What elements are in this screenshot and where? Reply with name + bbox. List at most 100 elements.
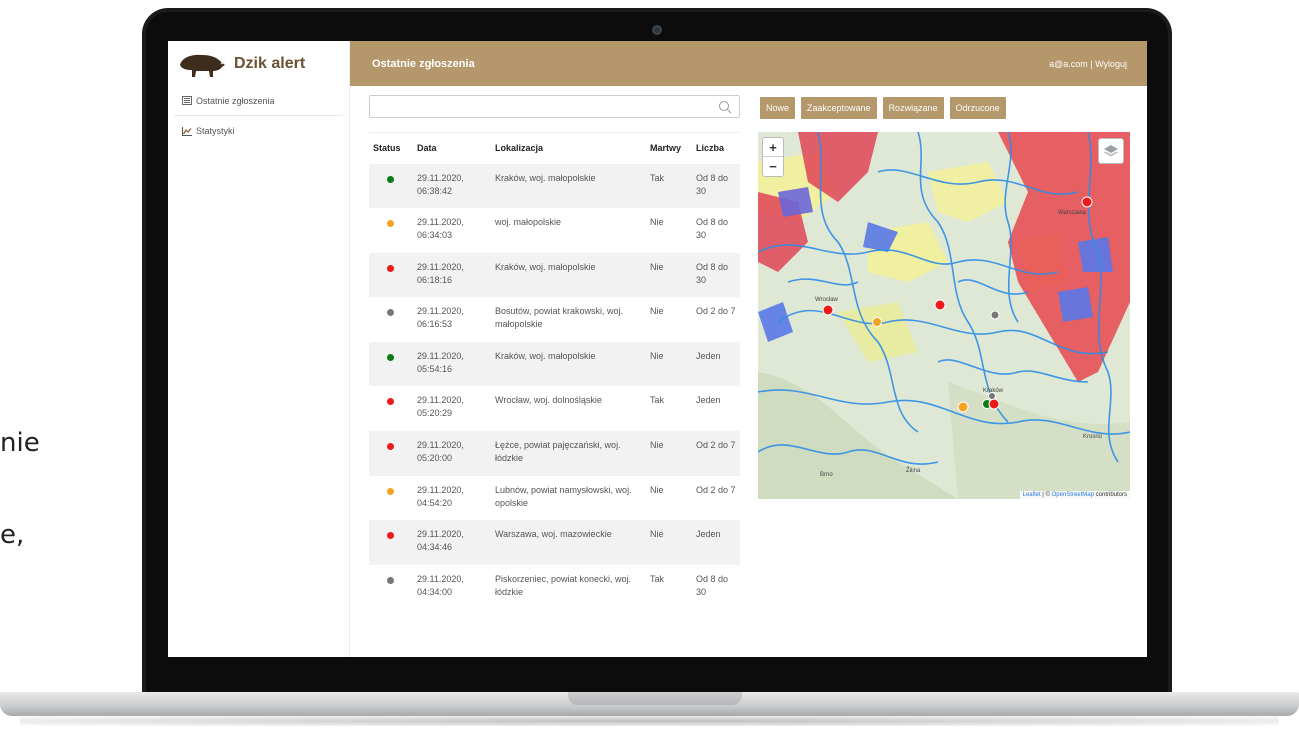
date-cell: 29.11.2020, 05:54:16	[413, 342, 491, 387]
table-row[interactable]: 29.11.2020, 04:54:20 Lubnów, powiat namysł…	[369, 476, 740, 521]
dead-cell: Tak	[650, 172, 665, 183]
sidebar-item-label: Ostatnie zgłoszenia	[196, 95, 275, 106]
table-row[interactable]: 29.11.2020, 06:16:53 Bosutów, powiat krako…	[369, 297, 740, 342]
time-text: 06:38:42	[417, 185, 453, 196]
app-logo[interactable]: Dzik alert	[168, 41, 349, 86]
status-dot-icon	[387, 443, 394, 451]
table-row[interactable]: 29.11.2020, 05:54:16 Kraków, woj. małopols…	[369, 341, 740, 387]
date-cell: 29.11.2020, 04:54:20	[413, 476, 491, 521]
location-cell: Łężce, powiat pajęczański, woj. łódzkie	[495, 440, 621, 464]
filter-odrzucone-button[interactable]: Odrzucone	[949, 97, 1006, 119]
location-cell: Bosutów, powiat krakowski, woj. małopols…	[495, 306, 624, 330]
map-label-brno: Brno	[820, 472, 833, 478]
status-dot-icon	[387, 175, 394, 183]
openstreetmap-link[interactable]: OpenStreetMap	[1052, 492, 1094, 498]
date-cell: 29.11.2020, 06:38:42	[413, 164, 491, 209]
time-text: 05:20:29	[417, 408, 453, 419]
date-text: 29.11.2020,	[417, 440, 464, 451]
status-dot-icon	[387, 398, 394, 406]
app-screen: Dzik alert Ostatnie zgłoszenia Statystyk…	[168, 41, 1147, 657]
header-status[interactable]: Status	[369, 132, 413, 164]
table-row[interactable]: 29.11.2020, 05:20:29 Wrocław, woj. dolnośl…	[369, 386, 740, 431]
map-label-wroclaw: Wrocław	[815, 297, 838, 303]
user-logout-link[interactable]: a@a.com | Wyloguj	[1049, 59, 1127, 69]
search-input[interactable]	[370, 96, 739, 117]
layers-button[interactable]	[1098, 138, 1124, 164]
count-cell: Od 8 do 30	[696, 573, 729, 597]
filter-rozwiazane-button[interactable]: Rozwiązane	[882, 97, 944, 119]
sidebar-item-label: Statystyki	[196, 126, 235, 136]
count-cell: Od 2 do 7	[696, 440, 736, 451]
status-cell	[369, 431, 413, 476]
dead-cell: Nie	[650, 350, 664, 361]
filter-nowe-button[interactable]: Nowe	[760, 97, 796, 119]
date-text: 29.11.2020,	[417, 172, 464, 183]
sidebar-item-ostatnie-zgloszenia[interactable]: Ostatnie zgłoszenia	[174, 86, 343, 116]
count-cell: Jeden	[696, 350, 721, 361]
attribution-separator: | ©	[1040, 492, 1052, 498]
date-text: 29.11.2020,	[417, 484, 464, 495]
status-cell	[369, 520, 413, 565]
dead-cell: Nie	[650, 440, 664, 451]
count-cell: Od 8 do 30	[696, 172, 729, 196]
status-dot-icon	[387, 576, 394, 584]
camera-icon	[652, 25, 662, 35]
location-cell: Kraków, woj. małopolskie	[495, 172, 596, 183]
map[interactable]: Warszawa Wrocław Kraków Brno Žilina Kros…	[758, 132, 1130, 499]
search-box	[369, 95, 740, 118]
date-text: 29.11.2020,	[417, 261, 464, 272]
table-row[interactable]: 29.11.2020, 04:34:46 Warszawa, woj. mazowi…	[369, 520, 740, 565]
table-row[interactable]: 29.11.2020, 04:34:00 Piskorzeniec, powiat …	[369, 565, 740, 610]
location-cell: Warszawa, woj. mazowieckie	[495, 529, 612, 540]
header-data[interactable]: Data	[413, 132, 491, 164]
header-martwy[interactable]: Martwy	[646, 132, 692, 164]
chart-icon	[182, 126, 192, 136]
status-dot-icon	[387, 353, 394, 361]
time-text: 06:16:53	[417, 319, 453, 330]
background-text-line1: nie	[0, 428, 40, 458]
count-cell: Od 8 do 30	[696, 217, 729, 241]
filter-zaakceptowane-button[interactable]: Zaakceptowane	[801, 97, 877, 119]
layers-icon	[1104, 145, 1118, 157]
date-cell: 29.11.2020, 04:34:00	[413, 565, 491, 610]
status-cell	[369, 164, 413, 209]
location-cell: Wrocław, woj. dolnośląskie	[495, 395, 602, 406]
zoom-out-button[interactable]: −	[763, 157, 783, 176]
table-row[interactable]: 29.11.2020, 06:18:16 Kraków, woj. małopols…	[369, 252, 740, 298]
search-icon[interactable]	[718, 100, 732, 114]
status-cell	[369, 342, 413, 387]
date-cell: 29.11.2020, 06:18:16	[413, 253, 491, 298]
date-text: 29.11.2020,	[417, 529, 464, 540]
header-liczba[interactable]: Liczba	[692, 132, 740, 164]
status-cell	[369, 208, 413, 253]
table-row[interactable]: 29.11.2020, 06:38:42 Kraków, woj. małopols…	[369, 163, 740, 209]
background-text-line2: e,	[0, 520, 25, 550]
dead-cell: Nie	[650, 484, 664, 495]
time-text: 05:20:00	[417, 453, 453, 464]
header-lokalizacja[interactable]: Lokalizacja	[491, 132, 646, 164]
zoom-control: + −	[762, 137, 784, 177]
time-text: 06:18:16	[417, 274, 453, 285]
page-title: Ostatnie zgłoszenia	[372, 57, 475, 70]
date-text: 29.11.2020,	[417, 306, 464, 317]
dead-cell: Nie	[650, 529, 664, 540]
leaflet-link[interactable]: Leaflet	[1023, 492, 1041, 498]
status-dot-icon	[387, 532, 394, 540]
boar-logo-icon	[180, 54, 226, 77]
top-bar: Ostatnie zgłoszenia a@a.com | Wyloguj	[350, 41, 1147, 86]
map-attribution: Leaflet | © OpenStreetMap contributors	[1019, 491, 1130, 499]
zoom-in-button[interactable]: +	[763, 138, 783, 157]
date-text: 29.11.2020,	[417, 395, 464, 406]
time-text: 04:54:20	[417, 497, 453, 508]
map-canvas[interactable]	[758, 132, 1130, 499]
sidebar-item-statystyki[interactable]: Statystyki	[174, 116, 343, 146]
date-text: 29.11.2020,	[417, 573, 464, 584]
table-row[interactable]: 29.11.2020, 05:20:00 Łężce, powiat pajęcza…	[369, 431, 740, 476]
count-cell: Jeden	[696, 395, 721, 406]
date-cell: 29.11.2020, 05:20:00	[413, 431, 491, 476]
dead-cell: Tak	[650, 395, 665, 406]
time-text: 05:54:16	[417, 363, 453, 374]
table-row[interactable]: 29.11.2020, 06:34:03 woj. małopolskie Nie Od…	[369, 208, 740, 253]
date-cell: 29.11.2020, 06:16:53	[413, 297, 491, 342]
attribution-tail: contributors	[1093, 492, 1127, 498]
